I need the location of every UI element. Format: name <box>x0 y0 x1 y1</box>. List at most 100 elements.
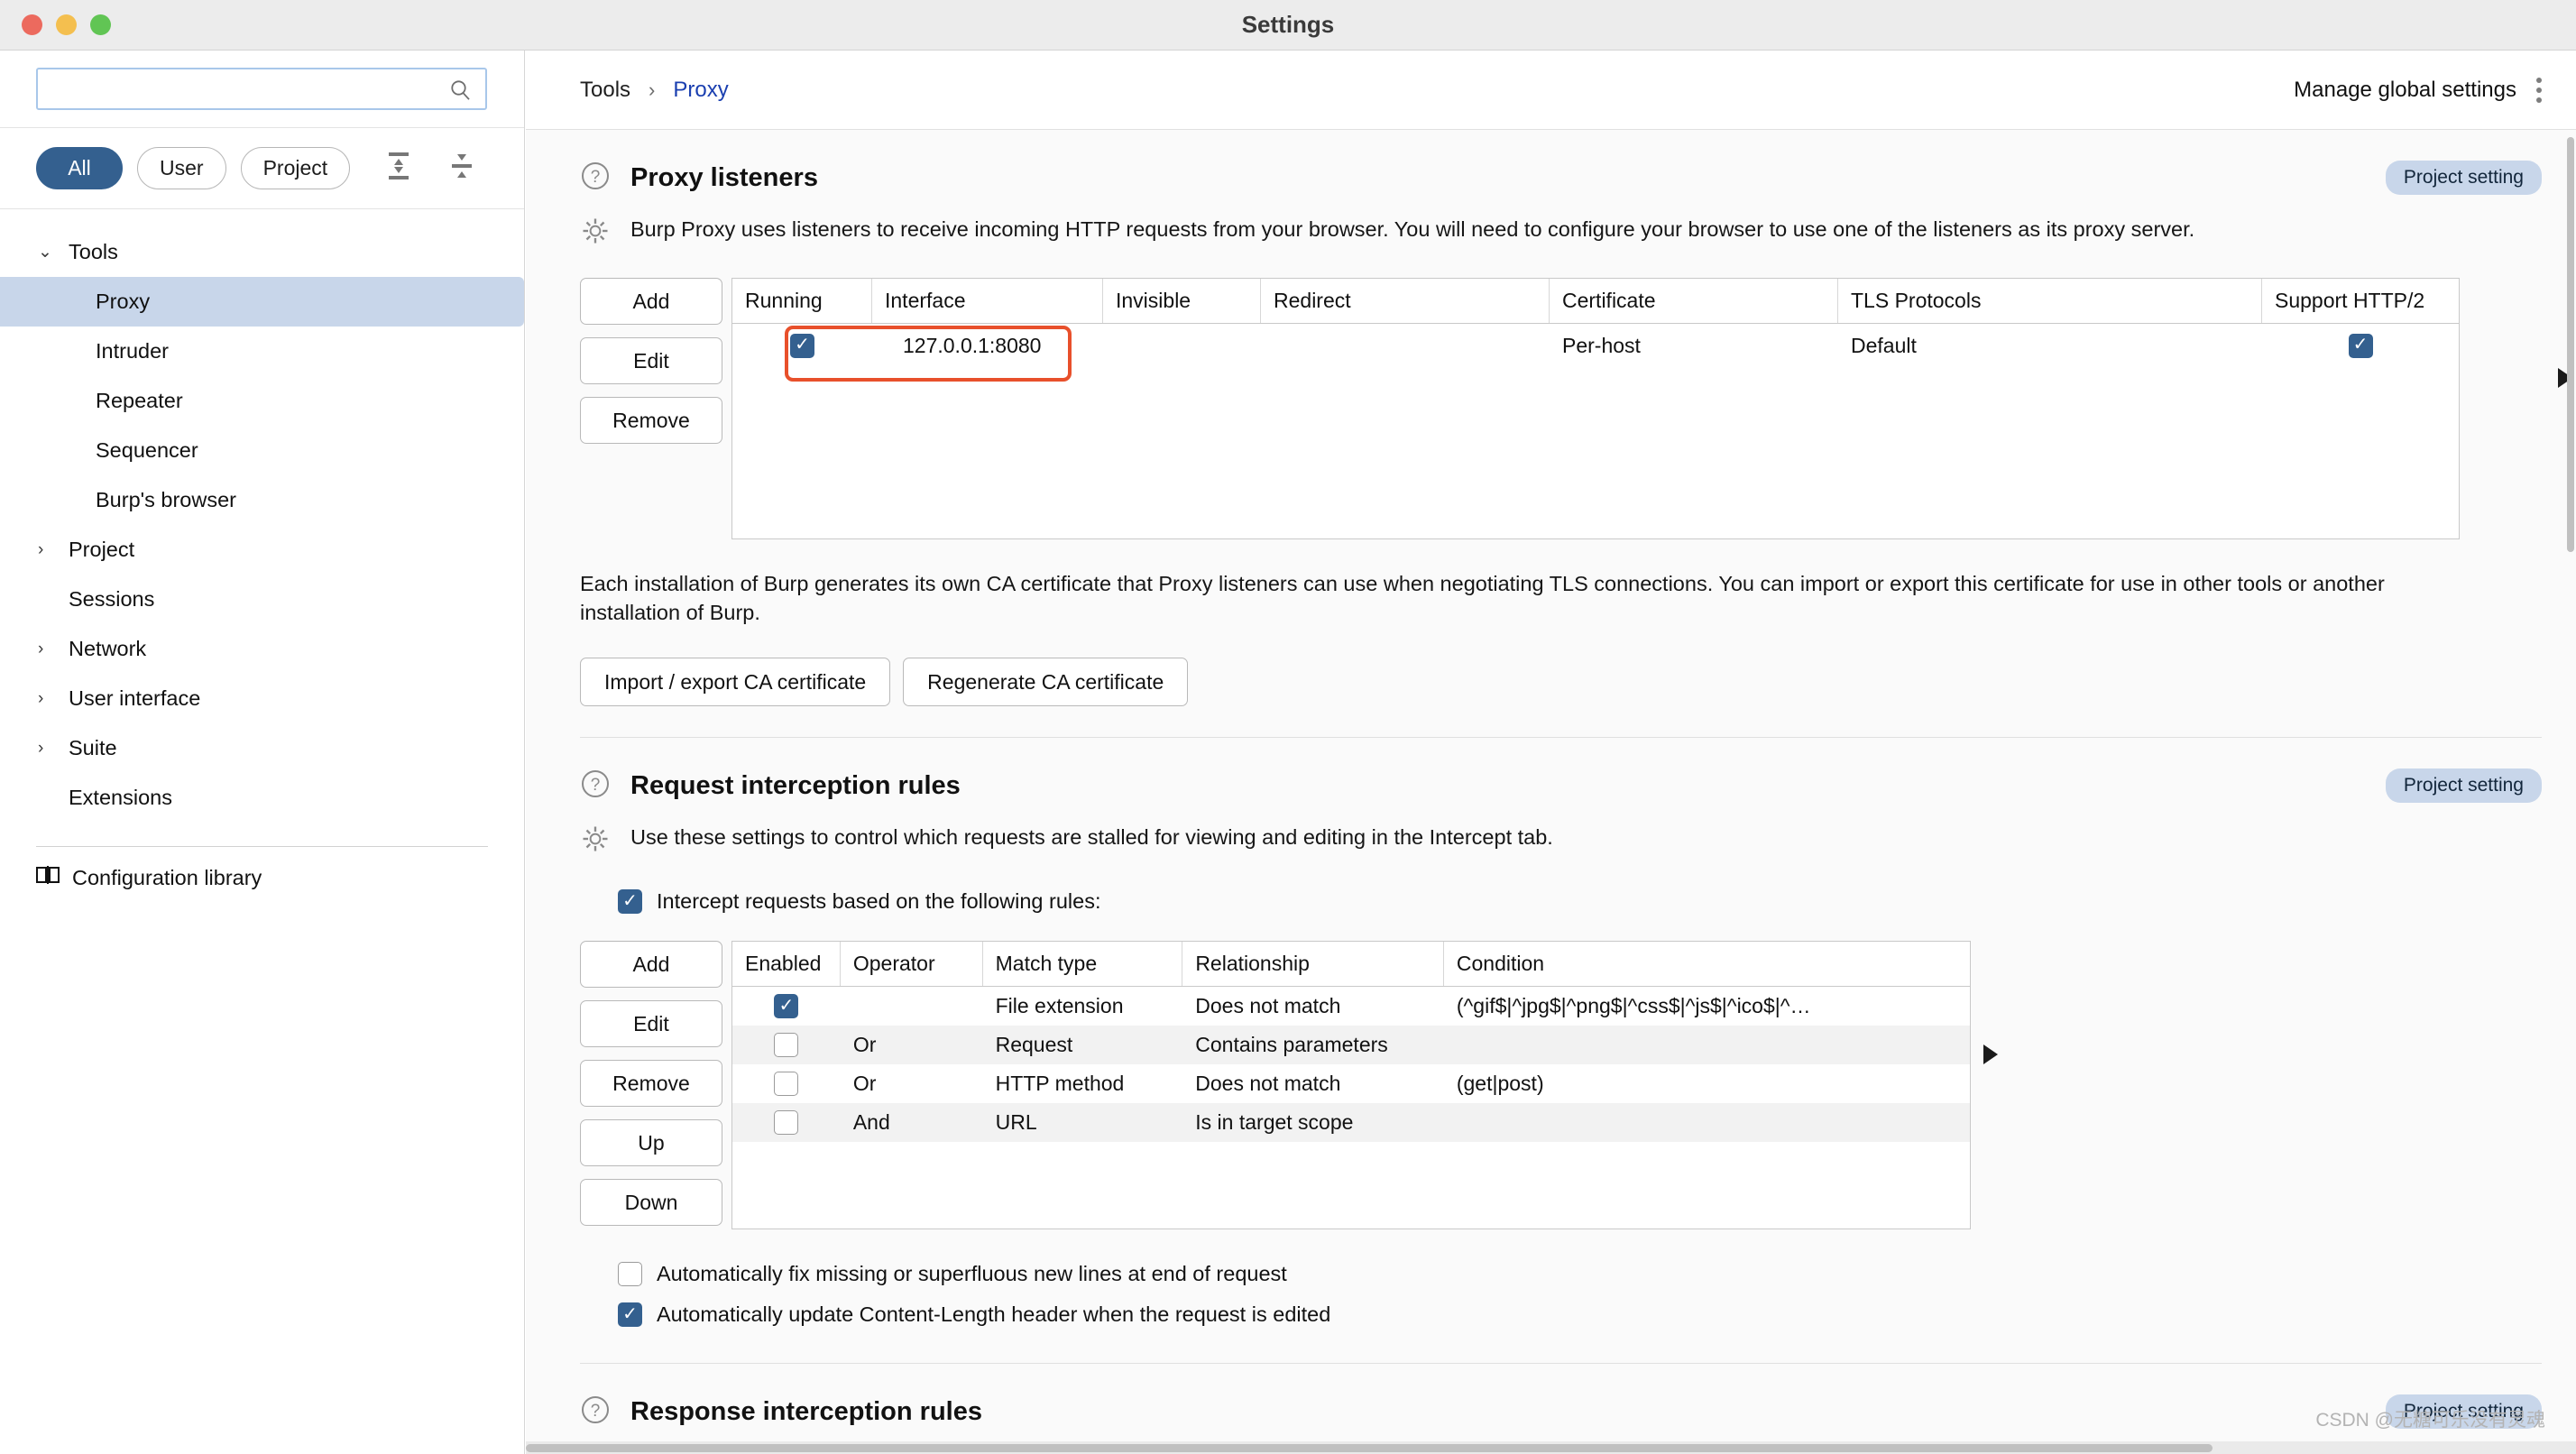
configuration-library-label: Configuration library <box>72 865 262 889</box>
filter-pill-project[interactable]: Project <box>240 147 351 189</box>
listener-running-checkbox[interactable] <box>790 333 814 358</box>
gear-icon[interactable] <box>580 824 611 859</box>
proxy-listeners-header: ? Proxy listeners Project setting <box>580 130 2542 196</box>
edit-rule-button[interactable]: Edit <box>580 1000 722 1048</box>
rule-enabled-checkbox[interactable] <box>774 1072 799 1097</box>
breadcrumb-current[interactable]: Proxy <box>673 78 728 103</box>
settings-main-panel: Tools › Proxy Manage global settings ? P… <box>526 51 2576 1454</box>
manage-global-settings-button[interactable]: Manage global settings <box>2294 78 2516 103</box>
column-header-enabled[interactable]: Enabled <box>732 942 841 987</box>
collapse-all-icon[interactable] <box>447 151 476 186</box>
help-icon[interactable]: ? <box>580 1394 611 1430</box>
move-rule-up-button[interactable]: Up <box>580 1119 722 1167</box>
interception-rules-table: Enabled Operator Match type Relationship… <box>731 941 1971 1230</box>
rule-enabled-checkbox[interactable] <box>774 1110 799 1136</box>
remove-listener-button[interactable]: Remove <box>580 397 722 444</box>
proxy-listeners-title: Proxy listeners <box>630 163 818 192</box>
column-header-tls-protocols[interactable]: TLS Protocols <box>1838 279 2262 323</box>
chevron-right-icon: › <box>38 640 44 658</box>
sidebar-item-burps-browser[interactable]: Burp's browser <box>0 475 524 525</box>
listener-tls-protocols-cell: Default <box>1851 333 1917 357</box>
add-rule-button[interactable]: Add <box>580 941 722 989</box>
more-options-icon[interactable] <box>2536 77 2542 103</box>
search-box[interactable] <box>36 68 487 110</box>
ca-certificate-buttons: Import / export CA certificate Regenerat… <box>580 627 2540 707</box>
column-header-invisible[interactable]: Invisible <box>1103 279 1261 323</box>
search-input[interactable] <box>38 70 426 107</box>
help-icon[interactable]: ? <box>580 161 611 196</box>
sidebar-group-user-interface[interactable]: › User interface <box>0 674 524 723</box>
status-badge: Project setting <box>2385 161 2542 195</box>
horizontal-scrollbar[interactable] <box>526 1441 2576 1454</box>
vertical-scrollbar[interactable] <box>2565 130 2576 1454</box>
sidebar-group-suite[interactable]: › Suite <box>0 723 524 773</box>
auto-fix-newlines-checkbox[interactable] <box>618 1262 642 1287</box>
settings-sidebar: All User Project ⌄ Tools Proxy Intruder … <box>0 51 525 1454</box>
vertical-scrollbar-thumb[interactable] <box>2567 137 2574 552</box>
proxy-listeners-buttons: Add Edit Remove <box>580 278 722 539</box>
rules-table-scroll-right-indicator[interactable] <box>1983 1044 1998 1065</box>
filter-pill-user[interactable]: User <box>137 147 226 189</box>
section-request-interception-rules: ? Request interception rules Project set… <box>526 738 2576 1328</box>
sidebar-item-extensions[interactable]: Extensions <box>0 773 524 823</box>
sidebar-group-tools[interactable]: ⌄ Tools <box>0 227 524 277</box>
help-icon[interactable]: ? <box>580 768 611 804</box>
watermark: CSDN @无糖可乐没有灵魂 <box>2315 1410 2545 1431</box>
table-row[interactable]: Or Request Contains parameters <box>732 1026 1970 1065</box>
sidebar-item-sequencer[interactable]: Sequencer <box>0 426 524 475</box>
sidebar-group-project[interactable]: › Project <box>0 525 524 575</box>
column-header-interface[interactable]: Interface <box>872 279 1103 323</box>
sidebar-item-intruder[interactable]: Intruder <box>0 327 524 376</box>
svg-text:?: ? <box>591 1402 601 1421</box>
table-row[interactable]: Or HTTP method Does not match (get|post) <box>732 1064 1970 1103</box>
edit-listener-button[interactable]: Edit <box>580 337 722 384</box>
expand-all-icon[interactable] <box>384 151 413 186</box>
add-listener-button[interactable]: Add <box>580 278 722 325</box>
auto-fix-newlines-label: Automatically fix missing or superfluous… <box>657 1262 1287 1286</box>
sidebar-group-network[interactable]: › Network <box>0 624 524 674</box>
sidebar-item-sessions[interactable]: Sessions <box>0 575 524 624</box>
listener-interface-cell: 127.0.0.1:8080 <box>903 333 1042 357</box>
horizontal-scrollbar-thumb[interactable] <box>526 1444 2213 1452</box>
column-header-condition[interactable]: Condition <box>1444 942 1970 986</box>
column-header-support-http2[interactable]: Support HTTP/2 <box>2262 279 2459 323</box>
response-interception-header: ? Response interception rules Project se… <box>580 1364 2542 1430</box>
sidebar-item-label: Sequencer <box>96 438 198 462</box>
sidebar-item-label: Intruder <box>96 339 169 363</box>
listener-support-http2-checkbox[interactable] <box>2348 333 2373 358</box>
rule-operator-cell <box>841 987 983 1026</box>
column-header-certificate[interactable]: Certificate <box>1550 279 1838 323</box>
column-header-running[interactable]: Running <box>732 279 872 323</box>
proxy-listeners-description-row: Burp Proxy uses listeners to receive inc… <box>580 196 2540 251</box>
intercept-requests-checkbox[interactable] <box>618 889 642 915</box>
table-row[interactable]: File extension Does not match (^gif$|^jp… <box>732 987 1970 1026</box>
rule-condition-cell: (get|post) <box>1456 1072 1544 1096</box>
gear-icon[interactable] <box>580 216 611 251</box>
table-row[interactable]: 127.0.0.1:8080 Per-host Default <box>732 324 2459 367</box>
column-header-match-type[interactable]: Match type <box>983 942 1183 987</box>
sidebar-item-proxy[interactable]: Proxy <box>0 277 524 327</box>
auto-update-content-length-checkbox[interactable] <box>618 1302 642 1328</box>
import-export-ca-certificate-button[interactable]: Import / export CA certificate <box>580 658 891 707</box>
table-row[interactable]: And URL Is in target scope <box>732 1103 1970 1143</box>
rule-condition-cell <box>1444 1026 1970 1064</box>
rule-enabled-checkbox[interactable] <box>774 994 799 1019</box>
sidebar-item-label: Network <box>69 637 147 660</box>
column-header-redirect[interactable]: Redirect <box>1261 279 1550 323</box>
sidebar-item-repeater[interactable]: Repeater <box>0 376 524 426</box>
interception-rules-buttons: Add Edit Remove Up Down <box>580 941 722 1229</box>
remove-rule-button[interactable]: Remove <box>580 1060 722 1108</box>
breadcrumb-root[interactable]: Tools <box>580 78 630 103</box>
column-header-operator[interactable]: Operator <box>841 942 983 987</box>
filter-pill-all[interactable]: All <box>36 147 123 189</box>
main-header: Tools › Proxy Manage global settings <box>526 51 2576 130</box>
rule-relationship-cell: Contains parameters <box>1195 1033 1388 1057</box>
sidebar-item-label: Suite <box>69 736 117 759</box>
configuration-library-button[interactable]: Configuration library <box>0 847 524 908</box>
column-header-relationship[interactable]: Relationship <box>1182 942 1444 987</box>
ca-certificate-description: Each installation of Burp generates its … <box>580 572 2385 624</box>
regenerate-ca-certificate-button[interactable]: Regenerate CA certificate <box>903 658 1189 707</box>
move-rule-down-button[interactable]: Down <box>580 1179 722 1227</box>
sidebar-search-row <box>0 51 524 128</box>
rule-enabled-checkbox[interactable] <box>774 1033 799 1058</box>
